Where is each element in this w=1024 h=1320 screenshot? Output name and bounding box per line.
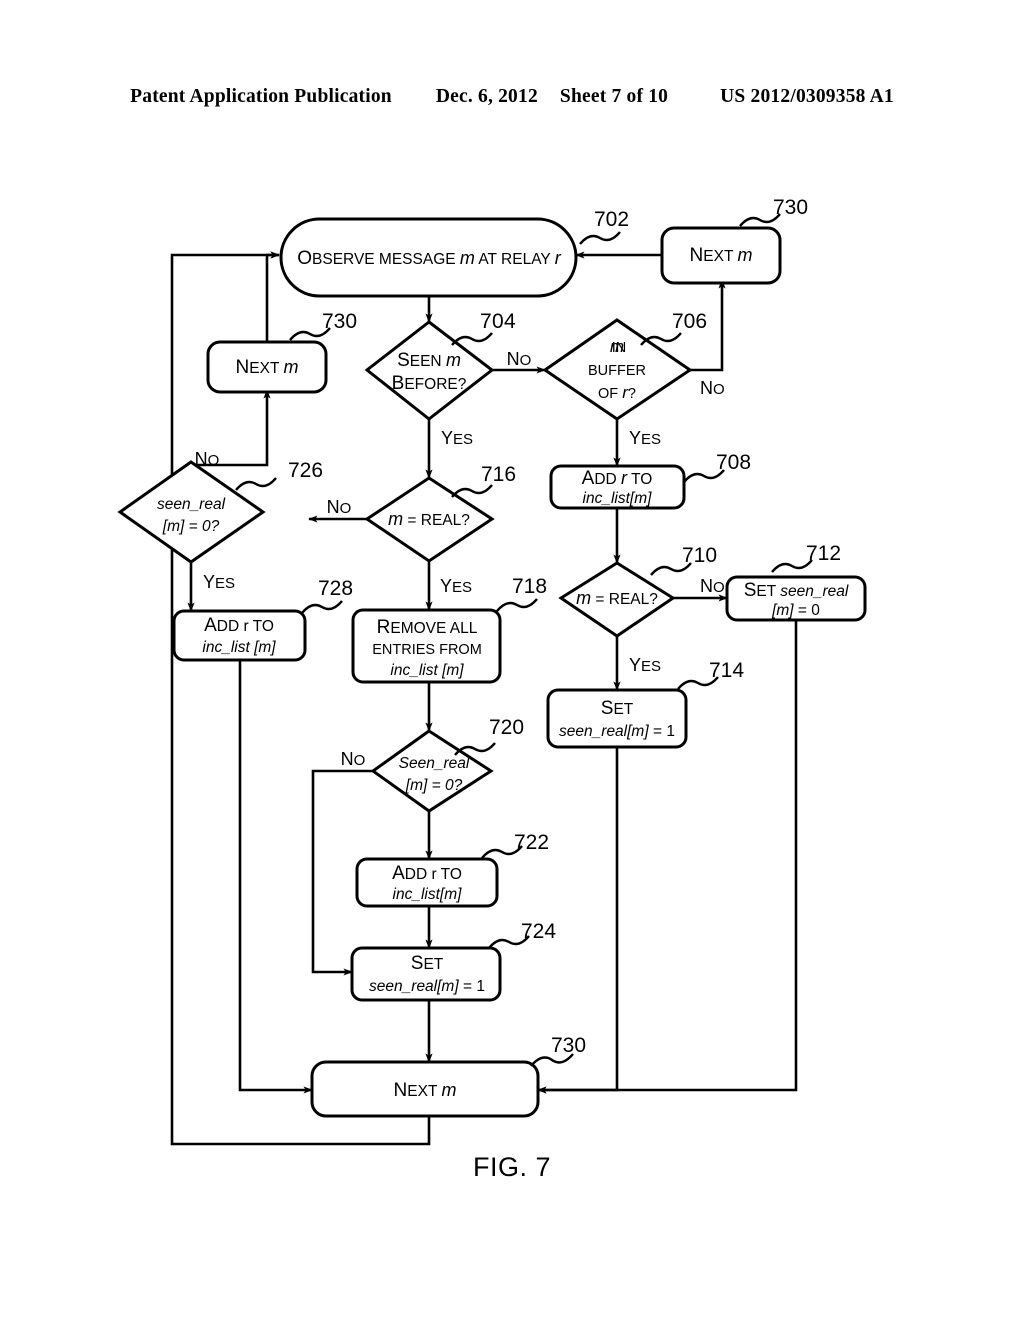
node-722-text-line1: ADD r TO — [392, 863, 462, 884]
node-708-text-line1: ADD r TO — [582, 468, 653, 489]
node-730-bottom-text: NEXT m — [394, 1080, 457, 1101]
edge-728-730bottom — [238, 660, 313, 1094]
refnum-710: 710 — [682, 544, 717, 567]
node-730-left-text: NEXT m — [236, 357, 299, 378]
node-712-text-line2: [m] = 0 — [771, 602, 820, 619]
node-704-text-line1: SEEN m — [397, 350, 461, 371]
refnum-722: 722 — [514, 831, 549, 854]
refnum-702: 702 — [594, 208, 629, 231]
edge-label-726-yes: YES — [203, 572, 235, 592]
edge-label-720-no: NO — [341, 749, 366, 769]
node-720-text-line2: [m] = 0? — [405, 777, 463, 794]
patent-figure-page: Patent Application Publication Dec. 6, 2… — [0, 0, 1024, 1320]
edge-label-710-yes: YES — [629, 655, 661, 675]
refnum-730-left: 730 — [322, 310, 357, 333]
node-724-text-line1: SET — [411, 953, 444, 974]
node-722-text-line2: inc_list[m] — [393, 886, 463, 903]
node-718-text-line1: REMOVE ALL — [377, 617, 478, 638]
figure-caption: FIG. 7 — [472, 1152, 551, 1182]
edge-label-716-no: NO — [327, 497, 352, 517]
reference-numeral-layer: 702 730 730 704 706 708 710 712 714 716 … — [235, 196, 841, 1067]
leader-702 — [579, 231, 621, 245]
node-706-text-line3: OF r? — [598, 383, 636, 402]
node-702-text: OBSERVE MESSAGE m AT RELAY r — [297, 248, 562, 269]
refnum-712: 712 — [806, 542, 841, 565]
node-704-seen-m-before — [364, 320, 495, 421]
flowchart-diagram: OBSERVE MESSAGE m AT RELAY r NEXT m NEXT… — [117, 196, 867, 1146]
node-708-text-line2: inc_list[m] — [583, 490, 653, 507]
node-728-text-line1: ADD r TO — [204, 615, 274, 636]
edge-label-706-yes: YES — [629, 428, 661, 448]
refnum-724: 724 — [521, 920, 556, 943]
refnum-716: 716 — [481, 463, 516, 486]
node-712-text-line1: SET seen_real — [744, 580, 849, 601]
edge-label-704-no: NO — [507, 349, 532, 369]
refnum-718: 718 — [512, 575, 547, 598]
refnum-726: 726 — [288, 459, 323, 482]
node-714-text-line1: SET — [601, 698, 634, 719]
node-label-layer: OBSERVE MESSAGE m AT RELAY r NEXT m NEXT… — [157, 245, 849, 1101]
node-layer — [117, 217, 867, 1118]
node-704-text-line2: BEFORE? — [392, 373, 467, 394]
leader-726 — [235, 477, 277, 491]
edge-label-706-no: NO — [700, 378, 725, 398]
node-706-text-line1: m IN — [608, 337, 627, 356]
node-720-text-line1: Seen_real — [399, 755, 470, 772]
refnum-708: 708 — [716, 451, 751, 474]
node-706-text-line2: BUFFER — [588, 363, 646, 379]
refnum-706: 706 — [672, 310, 707, 333]
refnum-730-bottom: 730 — [551, 1034, 586, 1057]
refnum-728: 728 — [318, 577, 353, 600]
node-718-text-line3: inc_list [m] — [390, 662, 464, 679]
refnum-704: 704 — [480, 310, 516, 333]
node-714-text-line2: seen_real[m] = 1 — [559, 723, 675, 740]
edge-label-710-no: NO — [700, 576, 725, 596]
leader-728 — [301, 600, 343, 614]
node-716-text: m = REAL? — [388, 509, 470, 529]
edge-label-704-yes: YES — [441, 428, 473, 448]
node-724-text-line2: seen_real[m] = 1 — [369, 978, 485, 995]
edge-label-716-yes: YES — [440, 576, 472, 596]
edge-730left-702 — [265, 251, 280, 342]
refnum-720: 720 — [489, 716, 524, 739]
refnum-730-top: 730 — [773, 196, 808, 219]
refnum-714: 714 — [709, 659, 744, 682]
leader-718 — [496, 598, 538, 612]
node-710-text: m = REAL? — [576, 588, 658, 608]
node-728-text-line2: inc_list [m] — [202, 639, 276, 656]
node-718-text-line2: ENTRIES FROM — [372, 642, 482, 658]
node-726-text-line1: seen_real — [157, 496, 226, 513]
edge-label-726-no: NO — [195, 449, 220, 469]
node-726-text-line2: [m] = 0? — [162, 518, 220, 535]
node-730-top-text: NEXT m — [690, 245, 753, 266]
